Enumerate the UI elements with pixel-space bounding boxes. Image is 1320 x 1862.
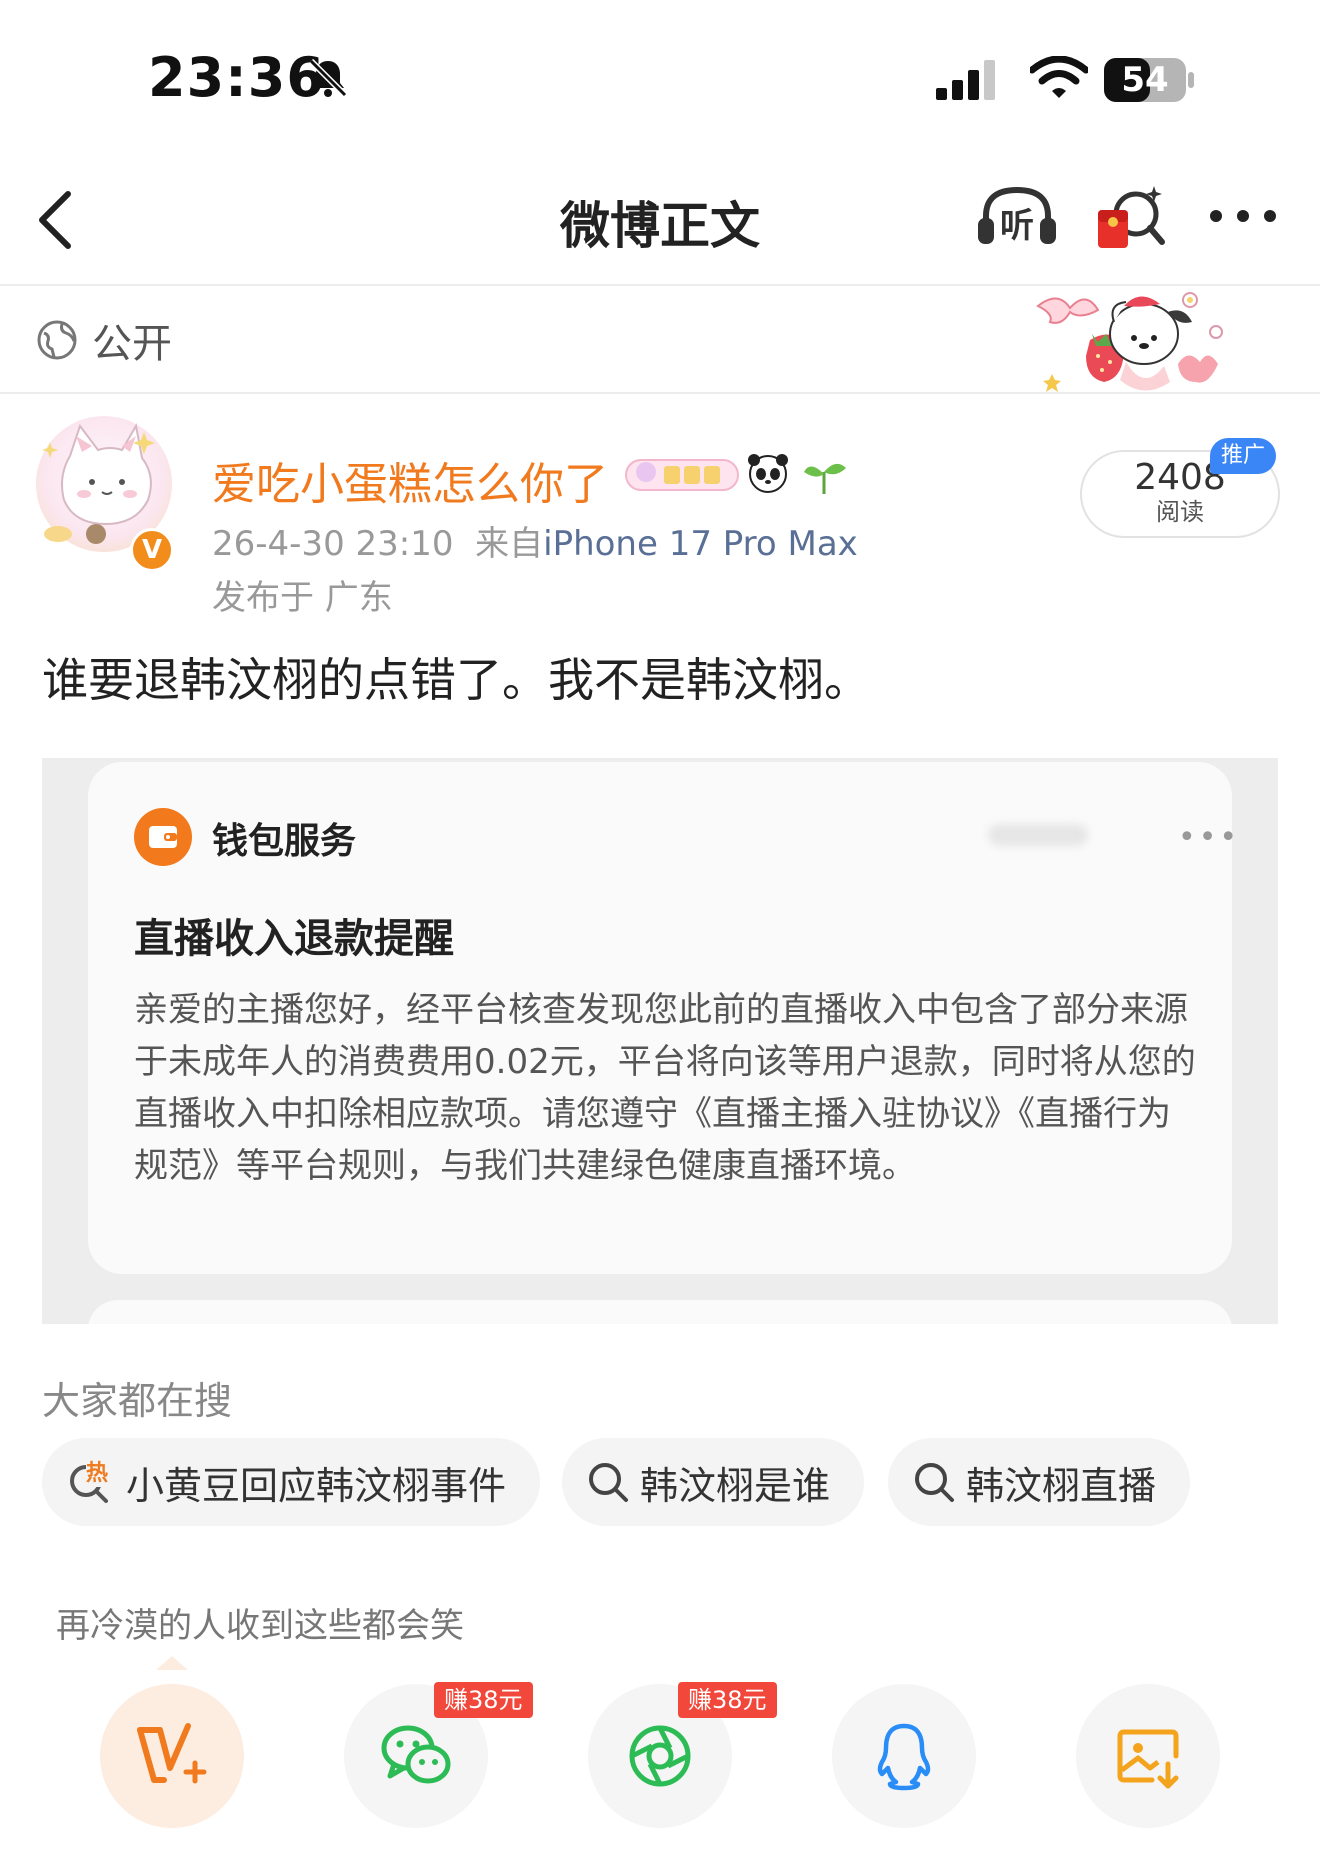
silent-bell-icon xyxy=(306,56,350,104)
share-title: 再冷漠的人收到这些都会笑 xyxy=(56,1606,464,1646)
more-options-icon[interactable] xyxy=(1208,208,1278,228)
section-divider xyxy=(0,392,1320,394)
share-save-image-button[interactable] xyxy=(1076,1684,1220,1828)
notification-body: 亲爱的主播您好，经平台核查发现您此前的直播收入中包含了部分来源于未成年人的消费费… xyxy=(134,990,1196,1186)
notification-title: 直播收入退款提醒 xyxy=(134,916,454,962)
post-date: 26-4-30 23:10 xyxy=(212,524,454,564)
battery-level: 54 xyxy=(1121,60,1169,100)
earn-reward-badge: 赚38元 xyxy=(434,1682,533,1718)
wallet-logo-icon xyxy=(134,808,192,866)
search-icon xyxy=(915,1463,954,1502)
globe-icon xyxy=(37,320,77,360)
pochacco-strawberry-sticker xyxy=(1028,282,1228,404)
cellular-signal-icon xyxy=(936,60,1004,104)
post-text: 谁要退韩汶栩的点错了。我不是韩汶栩。 xyxy=(42,653,870,707)
weibo-v-icon xyxy=(137,1723,207,1784)
listen-headphones-button[interactable]: 听 xyxy=(976,184,1058,252)
visibility-label: 公开 xyxy=(92,321,172,367)
card-more-icon: ••• xyxy=(1178,820,1241,855)
chip-label: 小黄豆回应韩汶栩事件 xyxy=(126,1463,507,1508)
listen-label: 听 xyxy=(1000,206,1034,246)
moments-icon xyxy=(629,1725,691,1787)
share-weibo-v-button[interactable] xyxy=(100,1684,244,1828)
share-qq-button[interactable] xyxy=(832,1684,976,1828)
visibility-row: 公开 xyxy=(36,312,172,368)
post-location: 发布于 广东 xyxy=(212,578,393,618)
hot-search-chip[interactable]: 韩汶栩直播 xyxy=(888,1438,1191,1526)
hot-badge: 热 xyxy=(86,1455,109,1487)
post-device[interactable]: iPhone 17 Pro Max xyxy=(543,524,858,564)
promote-badge[interactable]: 推广 xyxy=(1210,438,1276,474)
blurred-timestamp xyxy=(988,824,1088,846)
save-image-icon xyxy=(1117,1729,1179,1789)
hot-search-chip[interactable]: 热 小黄豆回应韩汶栩事件 xyxy=(42,1438,541,1526)
next-card-edge xyxy=(88,1300,1232,1324)
share-pointer xyxy=(156,1656,188,1670)
status-time: 23:36 xyxy=(148,46,325,109)
verified-badge-icon: V xyxy=(130,528,174,572)
earn-reward-badge: 赚38元 xyxy=(678,1682,777,1718)
chip-label: 韩汶栩直播 xyxy=(966,1463,1157,1508)
wallet-service-label: 钱包服务 xyxy=(212,821,357,862)
post-source-prefix: 来自 xyxy=(475,524,544,564)
post-image[interactable]: 钱包服务 ••• 直播收入退款提醒 亲爱的主播您好，经平台核查发现您此前的直播收… xyxy=(42,758,1278,1324)
wallet-notification-card: 钱包服务 ••• 直播收入退款提醒 亲爱的主播您好，经平台核查发现您此前的直播收… xyxy=(88,762,1237,1274)
red-packet-search-button[interactable] xyxy=(1096,184,1168,256)
wechat-icon xyxy=(381,1725,451,1784)
read-label: 阅读 xyxy=(1156,498,1204,526)
battery-indicator: 54 xyxy=(1104,58,1194,102)
post-meta: 26-4-30 23:10 来自iPhone 17 Pro Max xyxy=(212,516,858,565)
hot-search-icon: 热 xyxy=(66,1455,116,1507)
hot-search-chip[interactable]: 韩汶栩是谁 xyxy=(562,1438,865,1526)
wifi-icon xyxy=(1028,55,1090,104)
qq-icon xyxy=(877,1723,931,1791)
name-decoration-badges xyxy=(624,450,852,502)
hot-search-title: 大家都在搜 xyxy=(42,1379,233,1423)
search-icon xyxy=(589,1463,628,1502)
chip-label: 韩汶栩是谁 xyxy=(640,1463,831,1508)
author-name[interactable]: 爱吃小蛋糕怎么你了 xyxy=(212,448,608,512)
